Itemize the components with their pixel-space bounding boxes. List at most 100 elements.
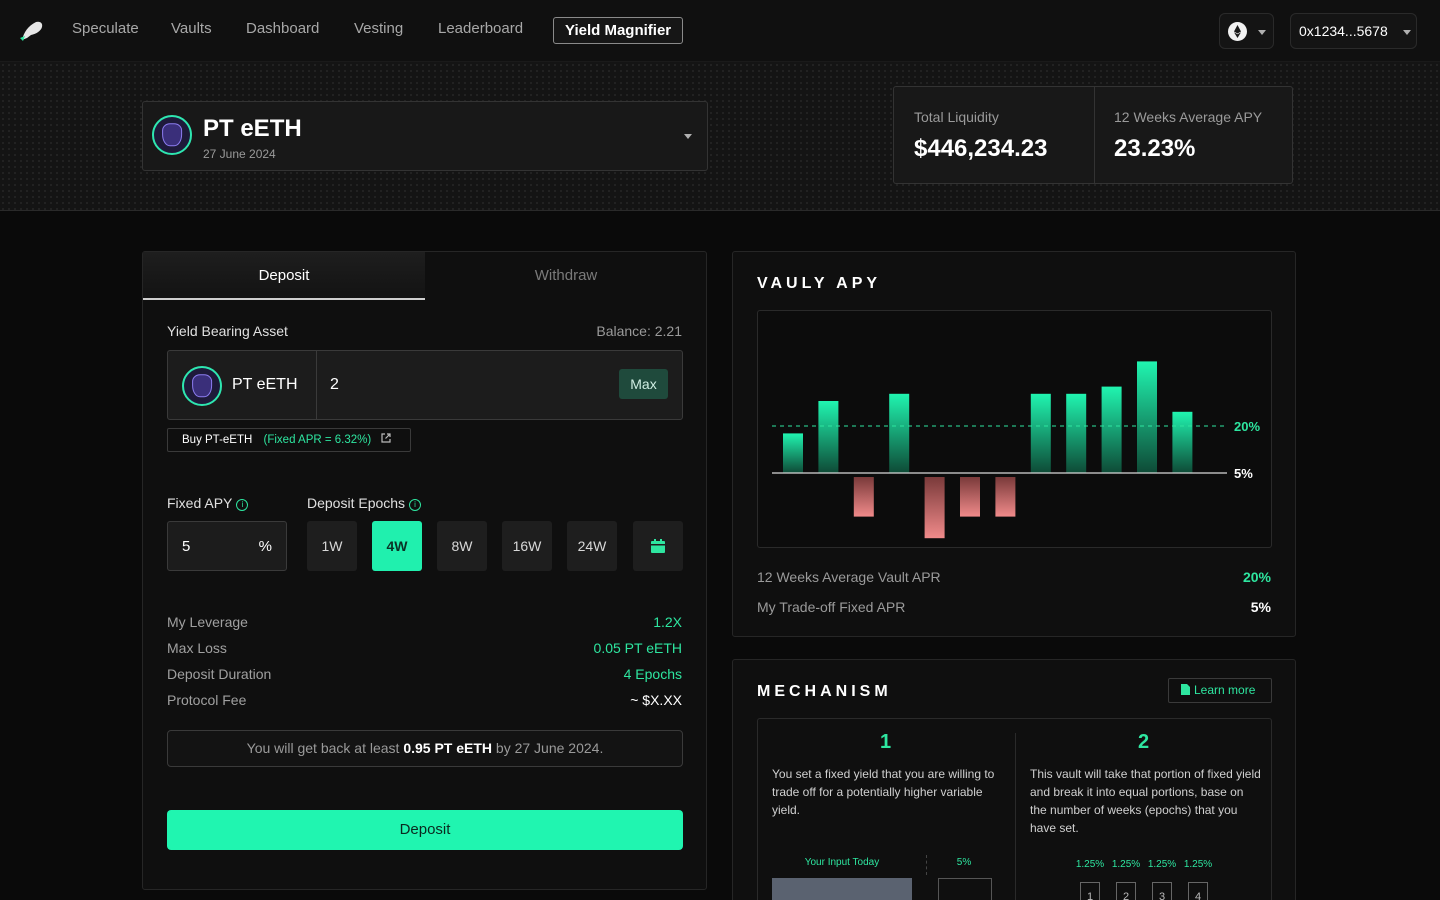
max-loss-value: 0.05 PT eETH [593, 640, 682, 656]
chain-selector[interactable] [1219, 13, 1274, 49]
buy-label: Buy PT-eETH [182, 434, 253, 446]
input-today-label: Your Input Today [804, 857, 880, 868]
deposit-panel: Deposit Withdraw Yield Bearing Asset Bal… [142, 251, 707, 890]
input-divider [316, 351, 317, 419]
reference-label-2: 5% [1234, 466, 1253, 481]
deposit-duration-value: 4 Epochs [623, 666, 682, 682]
vauly-apy-title: VAULY APY [757, 275, 882, 292]
input-bar [772, 878, 912, 900]
amount-input[interactable]: 2 [330, 376, 339, 394]
portion-3-box: 3 [1152, 882, 1172, 900]
epoch-16w-button[interactable]: 16W [502, 521, 552, 571]
mechanism-steps: 1 You set a fixed yield that you are wil… [757, 718, 1272, 900]
fixed-apy-value: 5 [182, 538, 191, 555]
return-summary: You will get back at least 0.95 PT eETH … [167, 730, 683, 767]
tab-withdraw[interactable]: Withdraw [425, 252, 707, 300]
chevron-down-icon [684, 134, 692, 139]
mechanism-panel: MECHANISM Learn more 1 You set a fixed y… [732, 659, 1296, 900]
step-1-text: You set a fixed yield that you are willi… [772, 767, 995, 817]
step-1-number: 1 [880, 731, 892, 753]
pt-eeth-token-icon [152, 115, 192, 155]
apy-bar-6 [960, 477, 980, 517]
input-pct-label: 5% [956, 857, 972, 868]
vault-apr-label: 12 Weeks Average Vault APR [757, 569, 941, 585]
buy-apr: (Fixed APR = 6.32%) [263, 434, 372, 446]
nav-dashboard[interactable]: Dashboard [246, 20, 319, 37]
summary-prefix: You will get back at least [246, 740, 400, 756]
fixed-apy-input[interactable]: 5 % [167, 521, 287, 571]
summary-suffix: by 27 June 2024. [495, 740, 604, 756]
top-navbar: Speculate Vaults Dashboard Vesting Leade… [0, 0, 1440, 62]
deposit-epochs-label: Deposit Epochs [307, 495, 406, 511]
max-loss-label: Max Loss [167, 640, 227, 656]
asset-maturity-date: 27 June 2024 [203, 147, 276, 161]
epoch-8w-button[interactable]: 8W [437, 521, 487, 571]
portion-2-box: 2 [1116, 882, 1136, 900]
portion-1-box: 1 [1080, 882, 1100, 900]
asset-title: PT eETH [203, 115, 302, 142]
epoch-4w-button[interactable]: 4W [372, 521, 422, 571]
input-pct-box [938, 878, 992, 900]
apy-bar-10 [1101, 386, 1122, 473]
portion-3-pct: 1.25% [1147, 859, 1177, 870]
chevron-down-icon [1403, 30, 1411, 35]
vault-stats: Total Liquidity $446,234.23 12 Weeks Ave… [893, 86, 1293, 184]
wallet-address: 0x1234...5678 [1299, 23, 1388, 39]
buy-pt-eeth-link[interactable]: Buy PT-eETH (Fixed APR = 6.32%) [167, 428, 411, 452]
apy-chart: 20% 5% [757, 310, 1272, 548]
learn-more-button[interactable]: Learn more [1168, 678, 1272, 703]
nav-speculate[interactable]: Speculate [72, 20, 139, 37]
fixed-apr-value: 5% [1250, 599, 1271, 615]
mechanism-title: MECHANISM [757, 683, 892, 700]
average-apy-label: 12 Weeks Average APY [1114, 109, 1263, 125]
info-icon[interactable]: i [236, 499, 249, 511]
apy-bar-7 [995, 477, 1016, 517]
document-icon [1181, 684, 1190, 695]
epoch-1w-button[interactable]: 1W [307, 521, 357, 571]
nav-leaderboard[interactable]: Leaderboard [438, 20, 523, 37]
balance-text: Balance: 2.21 [596, 323, 682, 339]
total-liquidity-value: $446,234.23 [914, 135, 1048, 162]
steps-divider [1015, 733, 1016, 900]
stats-divider [1094, 87, 1095, 183]
leverage-label: My Leverage [167, 614, 248, 630]
calendar-button[interactable] [633, 521, 683, 571]
max-button[interactable]: Max [619, 369, 668, 399]
total-liquidity-label: Total Liquidity [914, 109, 999, 125]
amount-input-row: PT eETH 2 Max [167, 350, 683, 420]
asset-selector[interactable]: PT eETH 27 June 2024 [142, 101, 708, 171]
portion-1-pct: 1.25% [1075, 859, 1105, 870]
wallet-button[interactable]: 0x1234...5678 [1290, 13, 1417, 49]
epoch-24w-button[interactable]: 24W [567, 521, 617, 571]
apy-bar-8 [1030, 393, 1051, 473]
yield-asset-label: Yield Bearing Asset [167, 323, 288, 339]
external-link-icon [381, 433, 392, 443]
pt-eeth-token-icon [182, 366, 222, 406]
apy-bar-9 [1066, 393, 1087, 473]
fixed-apy-label-wrap: Fixed APY i [167, 495, 249, 511]
apy-bar-1 [783, 433, 803, 473]
vauly-apy-panel: VAULY APY 20% 5% 12 Weeks Average Vault A… [732, 251, 1296, 637]
token-name: PT eETH [232, 376, 298, 393]
calendar-icon [651, 539, 665, 553]
deposit-button[interactable]: Deposit [167, 810, 683, 850]
fixed-apy-unit: % [258, 538, 272, 555]
nav-vaults[interactable]: Vaults [171, 20, 212, 37]
apy-bar-chart: 20% 5% [772, 361, 1260, 539]
learn-more-label: Learn more [1194, 683, 1256, 697]
bird-logo-icon[interactable] [18, 18, 44, 44]
tab-deposit[interactable]: Deposit [143, 252, 425, 300]
reference-label-1: 20% [1234, 419, 1260, 434]
apy-bar-2 [818, 401, 839, 473]
apy-bar-3 [853, 477, 874, 517]
deposit-duration-label: Deposit Duration [167, 666, 272, 682]
apy-bar-5 [924, 477, 945, 539]
fixed-apr-label: My Trade-off Fixed APR [757, 599, 906, 615]
leverage-value: 1.2X [653, 614, 682, 630]
portion-4-box: 4 [1188, 882, 1208, 900]
info-icon[interactable]: i [409, 499, 422, 511]
nav-vesting[interactable]: Vesting [354, 20, 403, 37]
portion-2-pct: 1.25% [1111, 859, 1141, 870]
nav-yield-magnifier[interactable]: Yield Magnifier [553, 17, 684, 44]
step-2-number: 2 [1138, 731, 1150, 753]
